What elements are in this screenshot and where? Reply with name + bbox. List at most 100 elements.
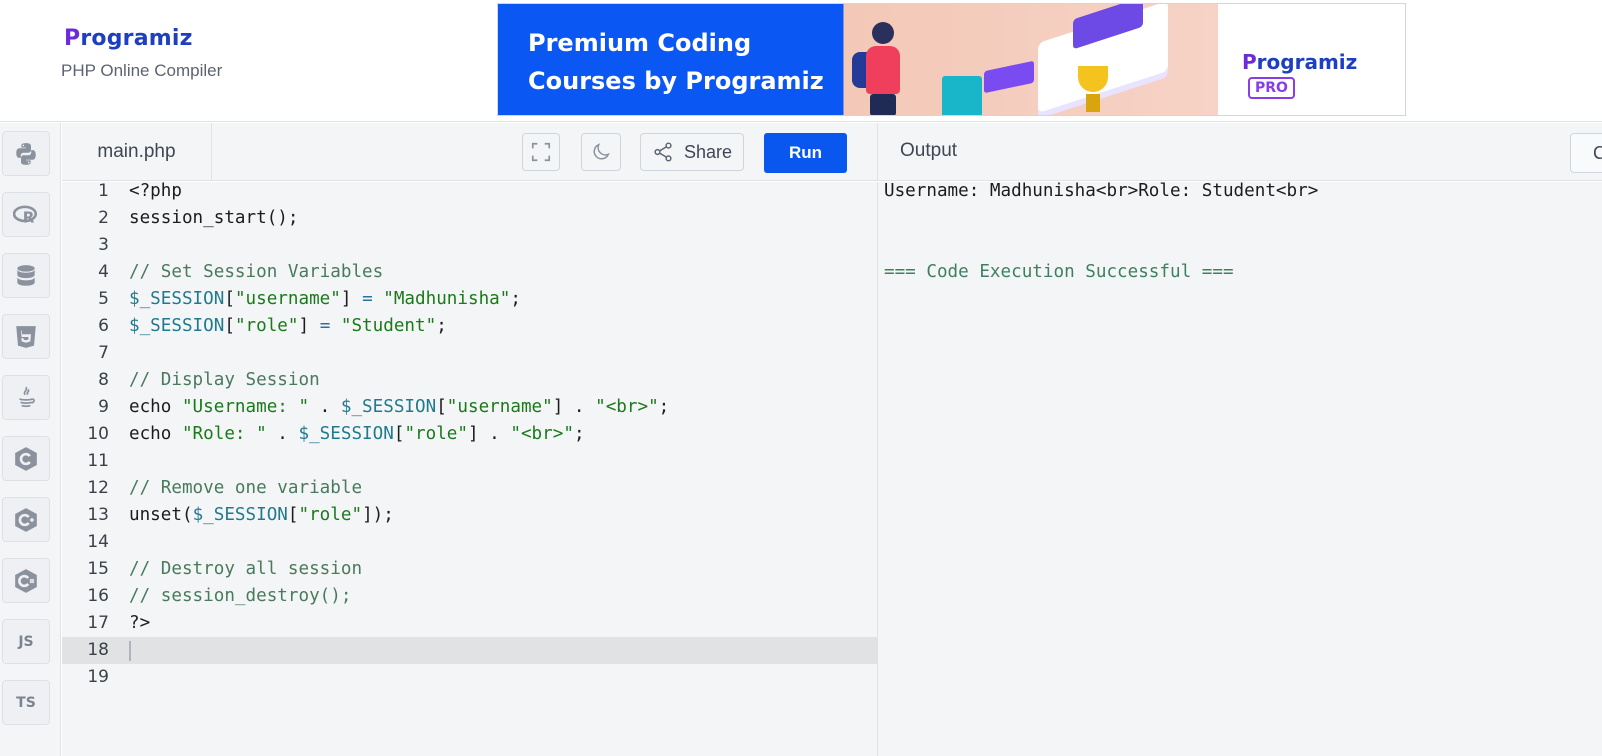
line-number: 7 [98, 343, 109, 363]
share-label: Share [683, 141, 733, 162]
code-text: ?> [129, 613, 151, 633]
code-text: echo "Role: " . $_SESSION["role"] . "<br… [129, 424, 585, 444]
banner-title-line1: Premium Coding [528, 29, 752, 57]
tab-main-php[interactable]: main.php [62, 123, 212, 181]
line-number: 1 [98, 181, 109, 201]
code-line-active[interactable]: 18 [62, 637, 877, 664]
execution-status: === Code Execution Successful === [884, 262, 1234, 282]
html5-icon[interactable] [2, 314, 50, 359]
code-comment: // Remove one variable [129, 478, 363, 498]
logo-wordmark: Programiz [64, 26, 193, 51]
code-line[interactable]: 5 $_SESSION["username"] = "Madhunisha"; [62, 286, 877, 313]
code-comment: // Display Session [129, 370, 320, 390]
run-label: Run [788, 143, 823, 162]
code-text: $_SESSION["role"] = "Student"; [129, 316, 447, 336]
line-number: 14 [87, 532, 109, 552]
share-button[interactable]: Share [640, 133, 744, 171]
line-number: 2 [98, 208, 109, 228]
top-header: Programiz PHP Online Compiler Premium Co… [0, 0, 1602, 122]
banner-title: Premium Coding Courses by Programiz [528, 24, 848, 100]
code-line[interactable]: 1 <?php [62, 178, 877, 205]
code-line[interactable]: 6 $_SESSION["role"] = "Student"; [62, 313, 877, 340]
line-number: 3 [98, 235, 109, 255]
text-cursor [129, 641, 131, 661]
banner-brand-logo: ProgramizPRO [1242, 50, 1405, 99]
code-line[interactable]: 15 // Destroy all session [62, 556, 877, 583]
line-number: 17 [87, 613, 109, 633]
code-text: echo "Username: " . $_SESSION["username"… [129, 397, 670, 417]
code-line[interactable]: 7 [62, 340, 877, 367]
moon-icon [593, 143, 610, 160]
file-tab-label: main.php [97, 141, 176, 162]
logo-text-rest: rogramiz [80, 26, 193, 51]
code-comment: // Set Session Variables [129, 262, 384, 282]
line-number: 11 [87, 451, 109, 471]
line-number: 8 [98, 370, 109, 390]
fullscreen-icon [531, 142, 551, 162]
programiz-logo[interactable]: Programiz PHP Online Compiler [61, 26, 254, 96]
share-icon [654, 142, 672, 162]
banner-title-line2: Courses by Programiz [528, 67, 824, 95]
r-icon[interactable]: R [2, 192, 50, 237]
line-number: 9 [98, 397, 109, 417]
code-line[interactable]: 2 session_start(); [62, 205, 877, 232]
books-illustration [942, 76, 982, 115]
ts-label: TS [16, 694, 36, 711]
ts-icon[interactable]: TS [2, 680, 50, 725]
page-subtitle: PHP Online Compiler [61, 61, 223, 80]
output-header: Output Clear [877, 123, 1602, 181]
line-number: 19 [87, 667, 109, 687]
trophy-base-illustration [1086, 94, 1100, 112]
line-number: 15 [87, 559, 109, 579]
code-text: session_start(); [129, 208, 299, 228]
c-icon[interactable] [2, 436, 50, 481]
student-body [866, 46, 900, 94]
banner-background: Premium Coding Courses by Programiz [498, 4, 1218, 115]
js-icon[interactable]: JS [2, 619, 50, 664]
svg-text:R: R [23, 208, 35, 226]
pro-badge: PRO [1248, 76, 1295, 99]
code-line[interactable]: 10 echo "Role: " . $_SESSION["role"] . "<… [62, 421, 877, 448]
java-icon[interactable] [2, 375, 50, 420]
line-number: 10 [87, 424, 109, 444]
code-comment: // session_destroy(); [129, 586, 352, 606]
code-line[interactable]: 14 [62, 529, 877, 556]
student-legs [870, 94, 896, 115]
code-comment: // Destroy all session [129, 559, 363, 579]
code-line[interactable]: 12 // Remove one variable [62, 475, 877, 502]
code-line[interactable]: 11 [62, 448, 877, 475]
fullscreen-button[interactable] [522, 133, 560, 171]
line-number: 12 [87, 478, 109, 498]
line-number: 4 [98, 262, 109, 282]
clear-label: Clear [1593, 143, 1602, 164]
theme-toggle-button[interactable] [581, 133, 621, 171]
code-text: $_SESSION["username"] = "Madhunisha"; [129, 289, 521, 309]
code-line[interactable]: 4 // Set Session Variables [62, 259, 877, 286]
cpp-icon[interactable] [2, 497, 50, 542]
code-editor[interactable]: 1 <?php 2 session_start(); 3 4 // Set Sessi… [62, 181, 877, 756]
line-number: 18 [87, 640, 109, 660]
code-line[interactable]: 3 [62, 232, 877, 259]
student-illustration [852, 22, 908, 115]
js-label: JS [18, 633, 34, 650]
csharp-icon[interactable] [2, 558, 50, 603]
language-sidebar: R JS TS [0, 123, 61, 756]
line-number: 6 [98, 316, 109, 336]
line-number: 16 [87, 586, 109, 606]
sql-icon[interactable] [2, 253, 50, 298]
clear-button[interactable]: Clear [1570, 133, 1602, 173]
run-button[interactable]: Run [764, 133, 847, 173]
code-line[interactable]: 16 // session_destroy(); [62, 583, 877, 610]
output-line: Username: Madhunisha<br>Role: Student<br… [884, 181, 1319, 201]
student-head [872, 22, 894, 44]
code-line[interactable]: 13 unset($_SESSION["role"]); [62, 502, 877, 529]
python-icon[interactable] [2, 131, 50, 176]
code-line[interactable]: 17 ?> [62, 610, 877, 637]
output-panel[interactable]: Username: Madhunisha<br>Role: Student<br… [877, 181, 1602, 756]
line-number: 13 [87, 505, 109, 525]
code-line[interactable]: 9 echo "Username: " . $_SESSION["username… [62, 394, 877, 421]
promo-banner[interactable]: Premium Coding Courses by Programiz Prog… [497, 3, 1406, 116]
code-text: <?php [129, 181, 182, 201]
code-line[interactable]: 19 [62, 664, 877, 691]
code-line[interactable]: 8 // Display Session [62, 367, 877, 394]
